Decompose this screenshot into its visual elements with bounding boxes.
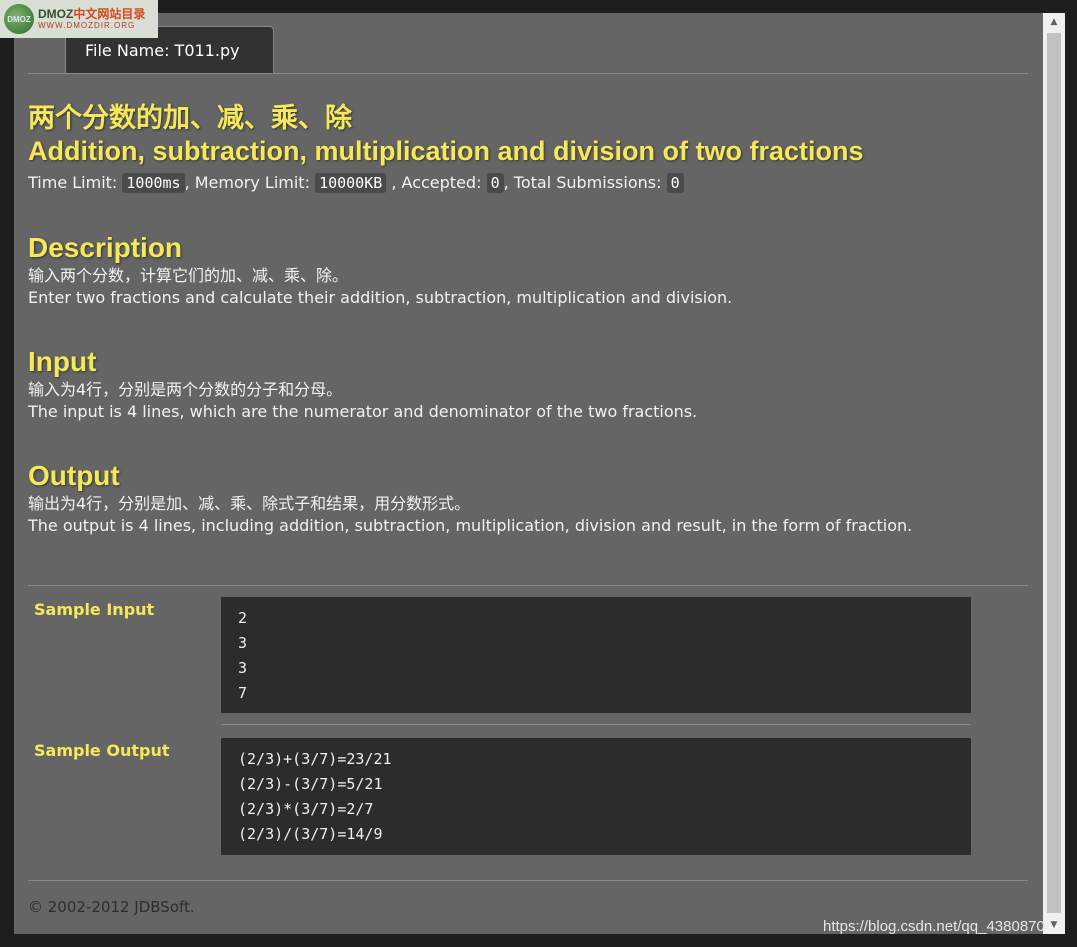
- input-en: The input is 4 lines, which are the nume…: [28, 402, 698, 421]
- scroll-down-arrow-icon[interactable]: ▼: [1043, 916, 1065, 934]
- description-heading: Description: [28, 232, 183, 263]
- input-cn: 输入为4行，分别是两个分数的分子和分母。: [28, 380, 343, 399]
- sample-output-line: (2/3)*(3/7)=2/7: [238, 800, 374, 818]
- sample-divider: [221, 724, 971, 725]
- sample-output-line: (2/3)-(3/7)=5/21: [238, 775, 383, 793]
- sample-output-box[interactable]: (2/3)+(3/7)=23/21 (2/3)-(3/7)=5/21 (2/3)…: [221, 738, 971, 855]
- sample-output-label: Sample Output: [34, 741, 170, 760]
- problem-content: 两个分数的加、减、乘、除 Addition, subtraction, mult…: [28, 103, 1028, 537]
- copyright-footer: © 2002-2012 JDBSoft.: [28, 898, 195, 916]
- logo-main: DMOZ中文网站目录: [38, 7, 145, 21]
- logo-text: DMOZ中文网站目录 WWW.DMOZDIR.ORG: [38, 7, 145, 31]
- scroll-up-arrow-icon[interactable]: ▲: [1043, 13, 1065, 31]
- footer-divider: [28, 880, 1028, 881]
- time-limit-value: 1000ms: [122, 173, 185, 193]
- sample-input-line: 7: [238, 684, 248, 702]
- sample-input-label: Sample Input: [34, 600, 155, 619]
- problem-page: File Name: T011.py 两个分数的加、减、乘、除 Addition…: [14, 13, 1043, 934]
- input-heading: Input: [28, 346, 97, 377]
- submissions-label: , Total Submissions:: [503, 173, 662, 192]
- vertical-scrollbar[interactable]: ▲ ▼: [1043, 13, 1065, 934]
- time-limit-label: Time Limit:: [28, 173, 118, 192]
- title-chinese: 两个分数的加、减、乘、除: [28, 103, 352, 134]
- logo-cn: 中文网站目录: [73, 7, 146, 21]
- output-cn: 输出为4行，分别是加、减、乘、除式子和结果，用分数形式。: [28, 494, 471, 513]
- sample-output-line: (2/3)+(3/7)=23/21: [238, 750, 392, 768]
- accepted-label: , Accepted:: [391, 173, 482, 192]
- submissions-value: 0: [666, 173, 684, 193]
- scroll-thumb[interactable]: [1047, 33, 1061, 913]
- description-en: Enter two fractions and calculate their …: [28, 288, 733, 307]
- logo-url: WWW.DMOZDIR.ORG: [38, 21, 136, 30]
- sample-input-line: 2: [238, 609, 248, 627]
- logo-brand: DMOZ: [38, 7, 74, 21]
- memory-limit-label: , Memory Limit:: [184, 173, 310, 192]
- samples-divider: [28, 585, 1028, 586]
- dmoz-watermark-logo: DMOZ DMOZ中文网站目录 WWW.DMOZDIR.ORG: [0, 0, 158, 38]
- accepted-value: 0: [486, 173, 504, 193]
- sample-input-box[interactable]: 2 3 3 7: [221, 597, 971, 713]
- sample-output-line: (2/3)/(3/7)=14/9: [238, 825, 383, 843]
- sample-input-line: 3: [238, 659, 248, 677]
- description-cn: 输入两个分数，计算它们的加、减、乘、除。: [28, 266, 349, 285]
- tab-divider: [28, 73, 1028, 74]
- title-english: Addition, subtraction, multiplication an…: [28, 136, 864, 166]
- sample-input-line: 3: [238, 634, 248, 652]
- limits-line: Time Limit: 1000ms, Memory Limit: 10000K…: [28, 171, 1028, 195]
- output-heading: Output: [28, 460, 120, 491]
- memory-limit-value: 10000KB: [315, 173, 387, 193]
- csdn-watermark: https://blog.csdn.net/qq_4380870: [823, 918, 1045, 935]
- output-en: The output is 4 lines, including additio…: [28, 516, 913, 535]
- globe-icon: DMOZ: [4, 4, 34, 34]
